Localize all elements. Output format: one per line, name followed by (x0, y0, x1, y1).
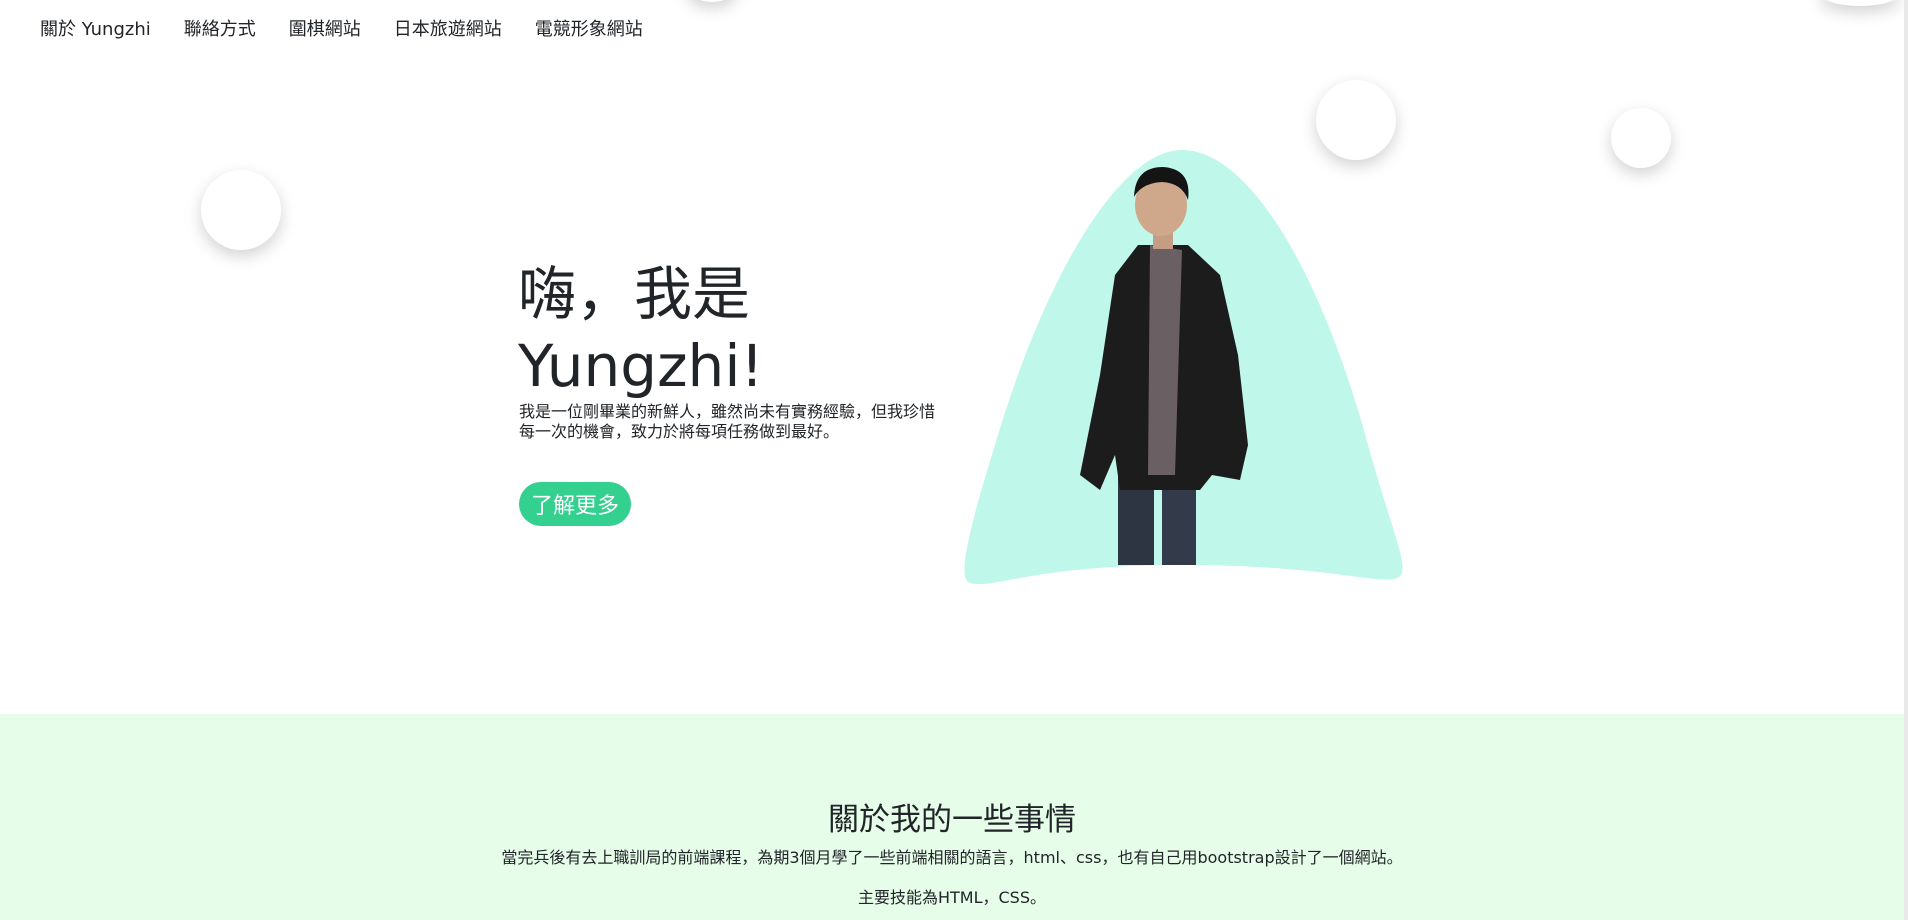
nav-item-go-site[interactable]: 圍棋網站 (289, 15, 361, 41)
hero-title: 嗨，我是 Yungzhi! (518, 258, 764, 402)
about-paragraph: 當完兵後有去上職訓局的前端課程，為期3個月學了一些前端相關的語言，html、cs… (501, 848, 1403, 867)
decorative-bubble (1820, 0, 1900, 6)
hero-description: 我是一位剛畢業的新鮮人，雖然尚未有實務經驗，但我珍惜每一次的機會，致力於將每項任… (519, 402, 936, 441)
portrait-illustration (964, 150, 1403, 585)
nav-item-japan-travel-site[interactable]: 日本旅遊網站 (394, 15, 502, 41)
hero-title-line-1: 嗨，我是 (518, 260, 751, 328)
nav-item-esports-site[interactable]: 電競形象網站 (535, 15, 643, 41)
learn-more-button[interactable]: 了解更多 (519, 482, 631, 526)
about-section: 關於我的一些事情 當完兵後有去上職訓局的前端課程，為期3個月學了一些前端相關的語… (0, 714, 1904, 920)
decorative-bubble (201, 170, 281, 250)
decorative-bubble (1611, 108, 1671, 168)
decorative-bubble (686, 0, 738, 2)
top-nav: 關於 Yungzhi 聯絡方式 圍棋網站 日本旅遊網站 電競形象網站 (40, 15, 676, 41)
about-heading: 關於我的一些事情 (828, 802, 1076, 838)
skills-text: 主要技能為HTML，CSS。 (857, 888, 1046, 907)
nav-item-contact[interactable]: 聯絡方式 (184, 15, 256, 41)
nav-item-about[interactable]: 關於 Yungzhi (40, 15, 151, 41)
hero-title-line-2: Yungzhi! (518, 332, 764, 400)
scrollbar[interactable] (1904, 0, 1908, 920)
page: 關於 Yungzhi 聯絡方式 圍棋網站 日本旅遊網站 電競形象網站 嗨，我是 … (0, 0, 1908, 920)
